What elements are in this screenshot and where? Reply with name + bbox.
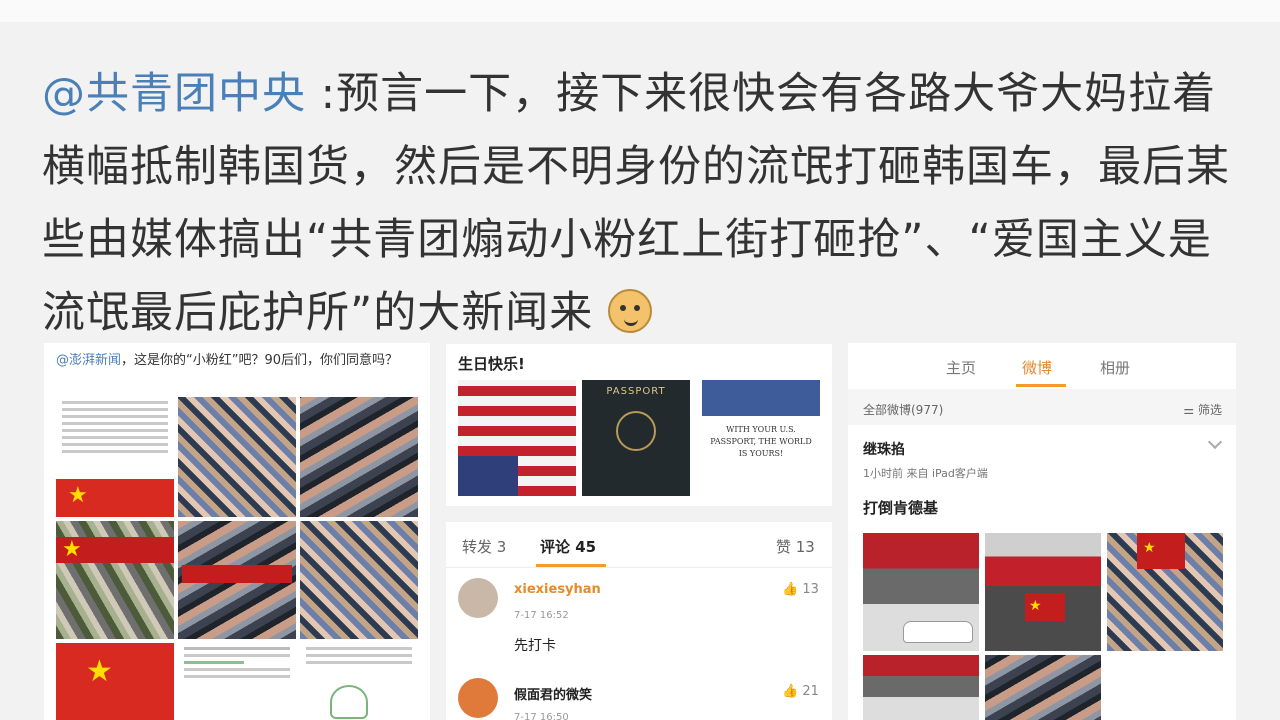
article-text-image <box>56 397 174 465</box>
comment-tabs: 转发 3 评论 45 赞 13 <box>446 522 832 568</box>
comment-text: 先打卡 <box>514 638 556 654</box>
comment-likes[interactable]: 👍 21 <box>782 684 819 699</box>
comment-author[interactable]: 假面君的微笑 <box>514 684 592 703</box>
tab-likes[interactable]: 赞 13 <box>776 536 815 557</box>
embedded-screenshot-profile: 主页 微博 相册 全部微博(977) ⚌ 筛选 继珠掐 1小时前 来自 iPad… <box>848 343 1236 720</box>
active-tab-indicator <box>536 564 606 567</box>
post-meta: 1小时前 来自 iPad客户端 <box>863 467 988 480</box>
profile-tabs: 主页 微博 相册 <box>848 343 1236 389</box>
chinese-flag-image: ★ <box>56 643 174 720</box>
chinese-flag-image: ★ <box>56 479 174 517</box>
cartoon-text-image <box>300 643 418 720</box>
protest-photo <box>178 397 296 517</box>
protest-photo <box>178 521 296 639</box>
weibo-count: 全部微博(977) <box>863 403 944 417</box>
weibo-post-text: @共青团中央 :预言一下，接下来很快会有各路大爷大妈拉着横幅抵制韩国货，然后是不… <box>42 58 1252 350</box>
tab-weibo[interactable]: 微博 <box>1022 357 1052 378</box>
like-count: 13 <box>802 582 819 597</box>
embedded-screenshot-birthday-post: 生日快乐! PASSPORT WITH YOUR U.S. PASSPORT, … <box>446 344 832 506</box>
tab-home[interactable]: 主页 <box>946 357 976 378</box>
passport-slogan-image: WITH YOUR U.S. PASSPORT, THE WORLD IS YO… <box>702 380 820 496</box>
passport-label: PASSPORT <box>606 386 666 397</box>
user-name[interactable]: 继珠掐 <box>863 439 905 459</box>
doge-emoji-icon <box>607 289 652 333</box>
avatar[interactable] <box>458 678 498 718</box>
kfc-protest-photo <box>985 655 1101 720</box>
mention-link[interactable]: @共青团中央 <box>42 69 306 119</box>
embedded-screenshot-comments: 转发 3 评论 45 赞 13 xiexiesyhan 7-17 16:52 先… <box>446 522 832 720</box>
protest-photo <box>300 521 418 639</box>
weibo-count-row: 全部微博(977) ⚌ 筛选 <box>848 391 1236 423</box>
embedded-post-body: ，这是你的“小粉红”吧？90后们，你们同意吗？ <box>121 353 399 368</box>
comment-author[interactable]: xiexiesyhan <box>514 582 601 597</box>
article-text-image <box>178 643 296 720</box>
comment-time: 7-17 16:52 <box>514 610 569 621</box>
passport-photo: PASSPORT <box>582 380 690 496</box>
post-body: 打倒肯德基 <box>863 499 939 517</box>
chevron-down-icon[interactable] <box>1207 434 1223 450</box>
comment-time: 7-17 16:50 <box>514 712 569 720</box>
tab-album[interactable]: 相册 <box>1100 357 1130 378</box>
birthday-title: 生日快乐! <box>458 355 525 373</box>
embedded-screenshot-news-post: @澎湃新闻，这是你的“小粉红”吧？90后们，你们同意吗？ ★ ★ ★ <box>44 343 430 720</box>
top-bar <box>0 0 1280 22</box>
protest-photo: ★ <box>56 521 174 639</box>
embedded-mention[interactable]: @澎湃新闻 <box>56 353 121 368</box>
kfc-protest-photo: ★ <box>1107 533 1223 651</box>
comment-likes[interactable]: 👍 13 <box>782 582 819 597</box>
embedded-post-text: @澎湃新闻，这是你的“小粉红”吧？90后们，你们同意吗？ <box>56 351 416 371</box>
kfc-protest-photo <box>863 533 979 651</box>
tab-comments[interactable]: 评论 45 <box>540 536 596 557</box>
active-tab-indicator <box>1016 384 1066 387</box>
eagle-seal-icon <box>616 411 656 451</box>
tab-reposts[interactable]: 转发 3 <box>462 536 506 557</box>
kfc-protest-photo: ★ <box>985 533 1101 651</box>
filter-button[interactable]: ⚌ 筛选 <box>1183 401 1222 418</box>
weibo-card[interactable]: 继珠掐 1小时前 来自 iPad客户端 打倒肯德基 ★ ★ <box>848 425 1236 720</box>
us-flag-photo <box>458 380 576 496</box>
filter-label: 筛选 <box>1197 403 1222 417</box>
like-count: 21 <box>802 684 819 699</box>
passport-slogan: WITH YOUR U.S. PASSPORT, THE WORLD IS YO… <box>710 425 812 458</box>
kfc-protest-photo <box>863 655 979 720</box>
avatar[interactable] <box>458 578 498 618</box>
protest-photo <box>300 397 418 517</box>
